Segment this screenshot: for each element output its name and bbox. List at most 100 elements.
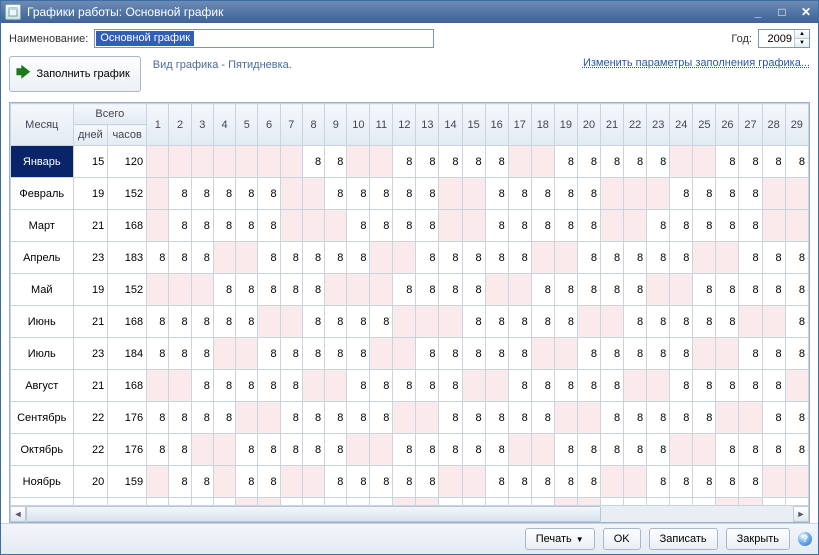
- day-cell[interactable]: 8: [169, 402, 191, 434]
- day-cell[interactable]: 8: [785, 306, 808, 338]
- day-cell[interactable]: [485, 370, 508, 402]
- day-cell[interactable]: 8: [647, 338, 670, 370]
- day-cell[interactable]: [624, 178, 647, 210]
- day-cell[interactable]: 8: [554, 466, 577, 498]
- day-cell[interactable]: 8: [670, 306, 693, 338]
- day-cell[interactable]: 8: [236, 466, 258, 498]
- minimize-button[interactable]: _: [750, 5, 766, 19]
- day-cell[interactable]: [236, 402, 258, 434]
- day-cell[interactable]: 8: [258, 178, 280, 210]
- day-cell[interactable]: 8: [236, 210, 258, 242]
- day-cell[interactable]: 8: [531, 498, 554, 506]
- day-cell[interactable]: 8: [785, 338, 808, 370]
- day-cell[interactable]: 8: [393, 466, 416, 498]
- day-cell[interactable]: 8: [485, 402, 508, 434]
- fill-schedule-button[interactable]: 🡆 Заполнить график: [9, 56, 141, 92]
- day-cell[interactable]: [280, 466, 302, 498]
- day-cell[interactable]: [693, 434, 716, 466]
- day-cell[interactable]: [147, 210, 169, 242]
- day-cell[interactable]: 8: [554, 146, 577, 178]
- day-cell[interactable]: 8: [325, 242, 347, 274]
- day-cell[interactable]: [601, 210, 624, 242]
- horizontal-scrollbar[interactable]: ◄ ►: [10, 505, 809, 522]
- day-cell[interactable]: 8: [647, 306, 670, 338]
- day-cell[interactable]: 8: [325, 146, 347, 178]
- day-cell[interactable]: 8: [716, 370, 739, 402]
- day-cell[interactable]: [739, 306, 762, 338]
- help-icon[interactable]: ?: [798, 532, 812, 546]
- day-cell[interactable]: 8: [191, 498, 213, 506]
- table-row[interactable]: Май191528888888888888888888: [11, 274, 809, 306]
- day-cell[interactable]: [302, 466, 324, 498]
- table-row[interactable]: Январь151208888888888888888: [11, 146, 809, 178]
- day-cell[interactable]: [762, 178, 785, 210]
- column-header[interactable]: 20: [577, 104, 600, 146]
- day-cell[interactable]: [347, 434, 370, 466]
- day-cell[interactable]: 8: [739, 178, 762, 210]
- column-header[interactable]: 11: [370, 104, 393, 146]
- day-cell[interactable]: [393, 402, 416, 434]
- day-cell[interactable]: 8: [785, 434, 808, 466]
- day-cell[interactable]: 8: [739, 434, 762, 466]
- day-cell[interactable]: 8: [716, 146, 739, 178]
- day-cell[interactable]: [762, 210, 785, 242]
- day-cell[interactable]: 8: [601, 146, 624, 178]
- column-header[interactable]: 1: [147, 104, 169, 146]
- day-cell[interactable]: 8: [191, 466, 213, 498]
- table-row[interactable]: Апрель23183888888888888888888888: [11, 242, 809, 274]
- day-cell[interactable]: 8: [416, 210, 439, 242]
- day-cell[interactable]: [439, 466, 462, 498]
- day-cell[interactable]: 8: [670, 210, 693, 242]
- day-cell[interactable]: 8: [670, 178, 693, 210]
- day-cell[interactable]: 8: [739, 210, 762, 242]
- day-cell[interactable]: 8: [601, 338, 624, 370]
- day-cell[interactable]: 8: [624, 338, 647, 370]
- column-header[interactable]: 5: [236, 104, 258, 146]
- day-cell[interactable]: [258, 402, 280, 434]
- day-cell[interactable]: [647, 274, 670, 306]
- month-cell[interactable]: Июль: [11, 338, 74, 370]
- column-header[interactable]: 22: [624, 104, 647, 146]
- day-cell[interactable]: 8: [191, 370, 213, 402]
- day-cell[interactable]: [325, 210, 347, 242]
- table-row[interactable]: Декабрь23183888888888888888888888: [11, 498, 809, 506]
- day-cell[interactable]: [439, 210, 462, 242]
- day-cell[interactable]: 8: [258, 370, 280, 402]
- column-header[interactable]: Месяц: [11, 104, 74, 146]
- day-cell[interactable]: [508, 274, 531, 306]
- day-cell[interactable]: 8: [485, 466, 508, 498]
- day-cell[interactable]: [462, 210, 485, 242]
- month-cell[interactable]: Ноябрь: [11, 466, 74, 498]
- day-cell[interactable]: 8: [462, 242, 485, 274]
- day-cell[interactable]: 8: [347, 178, 370, 210]
- day-cell[interactable]: 8: [762, 370, 785, 402]
- day-cell[interactable]: 8: [439, 274, 462, 306]
- day-cell[interactable]: 8: [439, 370, 462, 402]
- day-cell[interactable]: [416, 402, 439, 434]
- days-cell[interactable]: 22: [73, 434, 108, 466]
- day-cell[interactable]: 8: [577, 434, 600, 466]
- scroll-right-button[interactable]: ►: [793, 506, 809, 522]
- column-header[interactable]: 9: [325, 104, 347, 146]
- day-cell[interactable]: 8: [762, 338, 785, 370]
- day-cell[interactable]: 8: [531, 178, 554, 210]
- column-header[interactable]: 26: [716, 104, 739, 146]
- day-cell[interactable]: [462, 370, 485, 402]
- day-cell[interactable]: 8: [647, 242, 670, 274]
- day-cell[interactable]: [577, 498, 600, 506]
- day-cell[interactable]: 8: [213, 306, 235, 338]
- day-cell[interactable]: 8: [554, 210, 577, 242]
- day-cell[interactable]: [370, 338, 393, 370]
- year-input[interactable]: 2009 ▲ ▼: [758, 29, 810, 48]
- day-cell[interactable]: 8: [462, 402, 485, 434]
- day-cell[interactable]: 8: [508, 370, 531, 402]
- day-cell[interactable]: 8: [370, 210, 393, 242]
- day-cell[interactable]: 8: [416, 178, 439, 210]
- day-cell[interactable]: 8: [739, 274, 762, 306]
- day-cell[interactable]: 8: [577, 210, 600, 242]
- days-cell[interactable]: 20: [73, 466, 108, 498]
- days-cell[interactable]: 15: [73, 146, 108, 178]
- day-cell[interactable]: 8: [258, 242, 280, 274]
- day-cell[interactable]: 8: [508, 338, 531, 370]
- table-row[interactable]: Июль23184888888888888888888888: [11, 338, 809, 370]
